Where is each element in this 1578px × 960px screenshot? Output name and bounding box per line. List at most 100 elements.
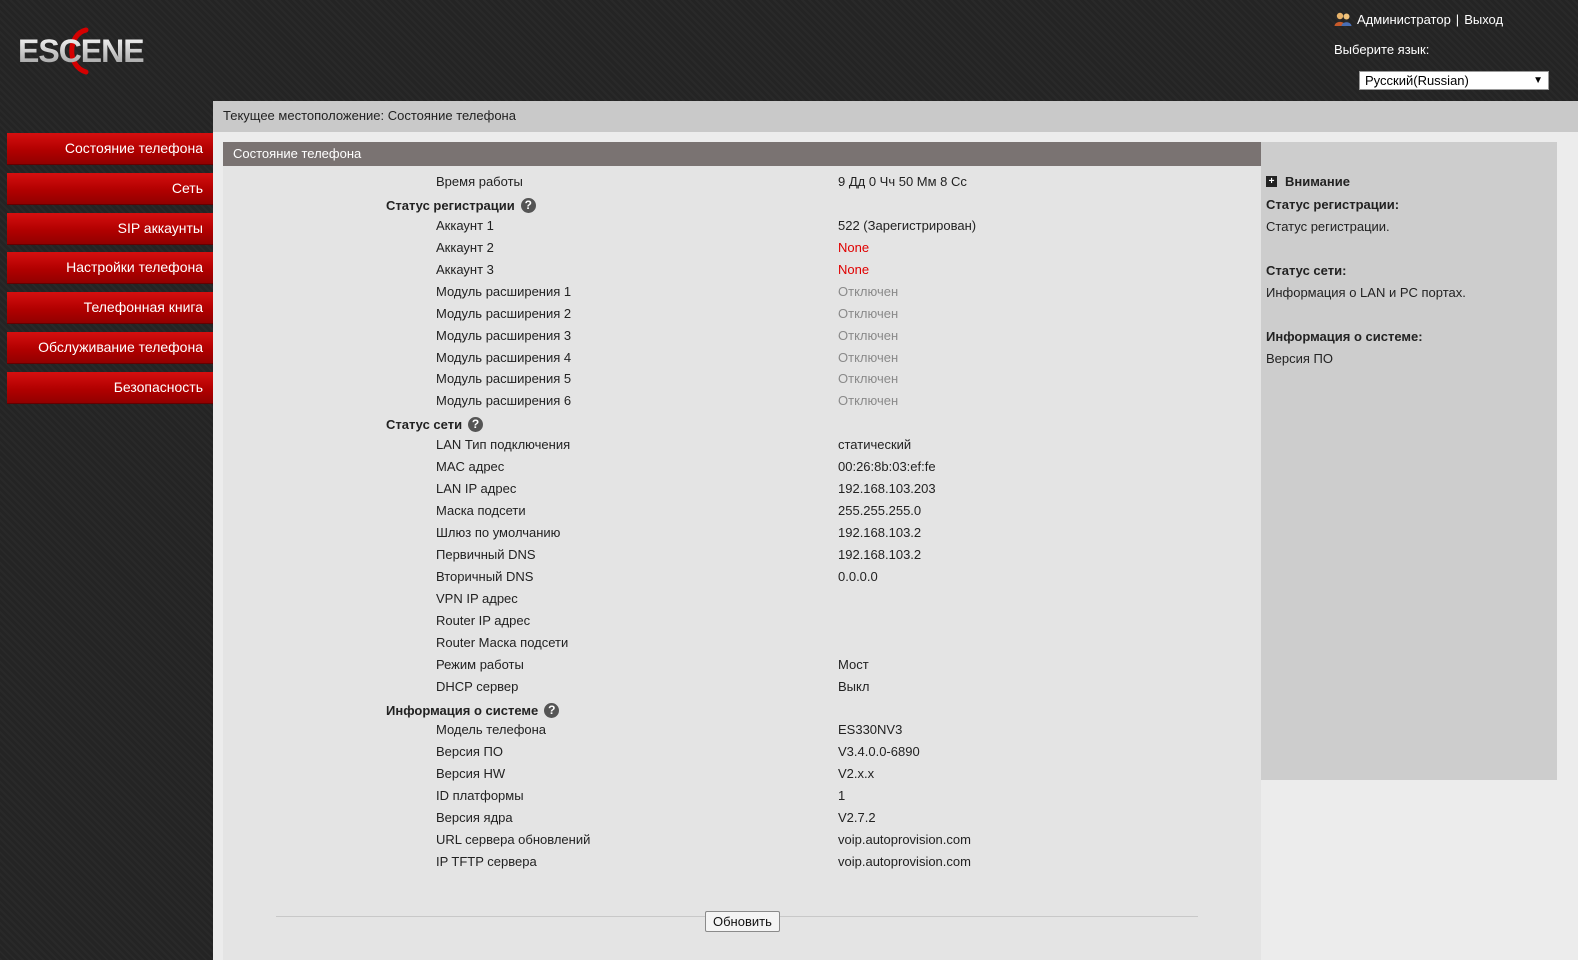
escene-logo: ESCENE (18, 22, 198, 78)
refresh-button[interactable]: Обновить (705, 911, 780, 932)
status-content: Время работы 9 Дд 0 Чч 50 Мм 8 Сс Статус… (223, 166, 1261, 960)
attention-panel: + Внимание Статус регистрации: Статус ре… (1261, 142, 1557, 780)
table-row: Режим работы Мост (223, 655, 1261, 677)
logo-text: ESCENE (18, 33, 144, 69)
attention-header[interactable]: + Внимание (1266, 174, 1552, 189)
row-value: 192.168.103.2 (838, 546, 922, 562)
nav-network[interactable]: Сеть (7, 172, 213, 205)
row-value: voip.autoprovision.com (838, 832, 971, 848)
nav-security[interactable]: Безопасность (7, 371, 213, 404)
table-row: Версия ядра V2.7.2 (223, 808, 1261, 830)
attention-title: Внимание (1285, 174, 1350, 189)
table-row: Модуль расширения 4 Отключен (223, 348, 1261, 370)
logout-link[interactable]: Выход (1464, 12, 1503, 27)
row-value: ES330NV3 (838, 722, 903, 738)
row-label: Вторичный DNS (436, 568, 534, 584)
registration-section-header: Статус регистрации? (223, 194, 1261, 216)
table-row: Router IP адрес (223, 611, 1261, 633)
row-value: 9 Дд 0 Чч 50 Мм 8 Сс (838, 174, 967, 189)
table-row: LAN IP адрес 192.168.103.203 (223, 479, 1261, 501)
table-row: Модуль расширения 5 Отключен (223, 369, 1261, 391)
admin-link[interactable]: Администратор (1357, 12, 1451, 27)
table-row: Router Маска подсети (223, 633, 1261, 655)
row-value: Выкл (838, 678, 870, 694)
row-label: DHCP сервер (436, 678, 519, 694)
row-value: None (838, 239, 870, 255)
users-icon (1334, 11, 1352, 27)
row-label: Версия HW (436, 766, 506, 782)
row-label: Аккаунт 3 (436, 261, 494, 277)
table-row: Первичный DNS 192.168.103.2 (223, 545, 1261, 567)
table-row: Версия HW V2.x.x (223, 764, 1261, 786)
table-row: Аккаунт 3 None (223, 260, 1261, 282)
table-row: Модуль расширения 2 Отключен (223, 304, 1261, 326)
sidebar-nav: Состояние телефона Сеть SIP аккаунты Нас… (7, 133, 213, 412)
table-row: ID платформы 1 (223, 786, 1261, 808)
attention-heading: Информация о системе: (1266, 329, 1423, 344)
system-section-title: Информация о системе (386, 702, 539, 718)
network-section-title: Статус сети (386, 417, 463, 433)
attention-text: Статус регистрации. (1266, 219, 1390, 234)
table-row: IP TFTP сервера voip.autoprovision.com (223, 852, 1261, 874)
row-label: ID платформы (436, 788, 524, 804)
row-label: Маска подсети (436, 503, 526, 519)
row-label: MAC адрес (436, 459, 505, 475)
row-label: Модуль расширения 3 (436, 327, 572, 343)
breadcrumb: Текущее местоположение: Состояние телефо… (213, 101, 1578, 132)
row-value: 255.255.255.0 (838, 503, 922, 519)
uptime-row: Время работы 9 Дд 0 Чч 50 Мм 8 Сс (223, 172, 1261, 194)
row-value: Отключен (838, 393, 899, 409)
row-label: LAN Тип подключения (436, 437, 571, 453)
row-value: статический (838, 437, 912, 453)
section-title: Состояние телефона (223, 142, 1261, 166)
table-row: DHCP сервер Выкл (223, 677, 1261, 699)
help-icon[interactable]: ? (520, 197, 536, 213)
table-row: URL сервера обновлений voip.autoprovision… (223, 830, 1261, 852)
row-label: Модуль расширения 4 (436, 349, 572, 365)
row-value: 1 (838, 788, 846, 804)
attention-text: Версия ПО (1266, 351, 1333, 366)
help-icon[interactable]: ? (468, 417, 484, 433)
table-row: Маска подсети 255.255.255.0 (223, 501, 1261, 523)
nav-maintenance[interactable]: Обслуживание телефона (7, 331, 213, 364)
row-label: Модуль расширения 5 (436, 371, 572, 387)
row-value: V2.7.2 (838, 810, 876, 826)
row-value: 00:26:8b:03:ef:fe (838, 459, 936, 475)
row-value: voip.autoprovision.com (838, 854, 971, 870)
row-value: V2.x.x (838, 766, 875, 782)
row-label: Модуль расширения 2 (436, 305, 572, 321)
row-value: 522 (Зарегистрирован) (838, 217, 977, 233)
table-row: Аккаунт 2 None (223, 238, 1261, 260)
row-label: VPN IP адрес (436, 590, 518, 606)
row-value: Отключен (838, 349, 899, 365)
attention-text: Информация о LAN и PC портах. (1266, 285, 1466, 300)
nav-phone-status[interactable]: Состояние телефона (7, 133, 213, 165)
language-selected-value: Русский(Russian) (1365, 73, 1469, 88)
nav-phonebook[interactable]: Телефонная книга (7, 292, 213, 325)
row-label: Аккаунт 1 (436, 217, 494, 233)
row-label: Router IP адрес (436, 612, 531, 628)
table-row: Модуль расширения 1 Отключен (223, 282, 1261, 304)
main-area: Текущее местоположение: Состояние телефо… (213, 101, 1578, 960)
row-value: Отключен (838, 283, 899, 299)
row-label: Аккаунт 2 (436, 239, 494, 255)
table-row: Модуль расширения 6 Отключен (223, 391, 1261, 413)
table-row: VPN IP адрес (223, 589, 1261, 611)
row-label: URL сервера обновлений (436, 832, 591, 848)
row-label: Версия ПО (436, 744, 503, 760)
nav-sip-accounts[interactable]: SIP аккаунты (7, 212, 213, 245)
help-icon[interactable]: ? (544, 702, 560, 718)
table-row: Вторичный DNS 0.0.0.0 (223, 567, 1261, 589)
network-section-header: Статус сети? (223, 413, 1261, 435)
table-row: Модуль расширения 3 Отключен (223, 326, 1261, 348)
header-separator: | (1455, 11, 1460, 27)
expand-icon[interactable]: + (1266, 176, 1277, 187)
row-value: Мост (838, 656, 869, 672)
row-label: Модель телефона (436, 722, 547, 738)
row-value: Отключен (838, 305, 899, 321)
row-label: Шлюз по умолчанию (436, 525, 561, 540)
language-select[interactable]: Русский(Russian) ▼ (1359, 71, 1549, 90)
row-label: Время работы (436, 174, 523, 189)
status-table: Время работы 9 Дд 0 Чч 50 Мм 8 Сс Статус… (223, 172, 1261, 874)
nav-phone-settings[interactable]: Настройки телефона (7, 252, 213, 285)
